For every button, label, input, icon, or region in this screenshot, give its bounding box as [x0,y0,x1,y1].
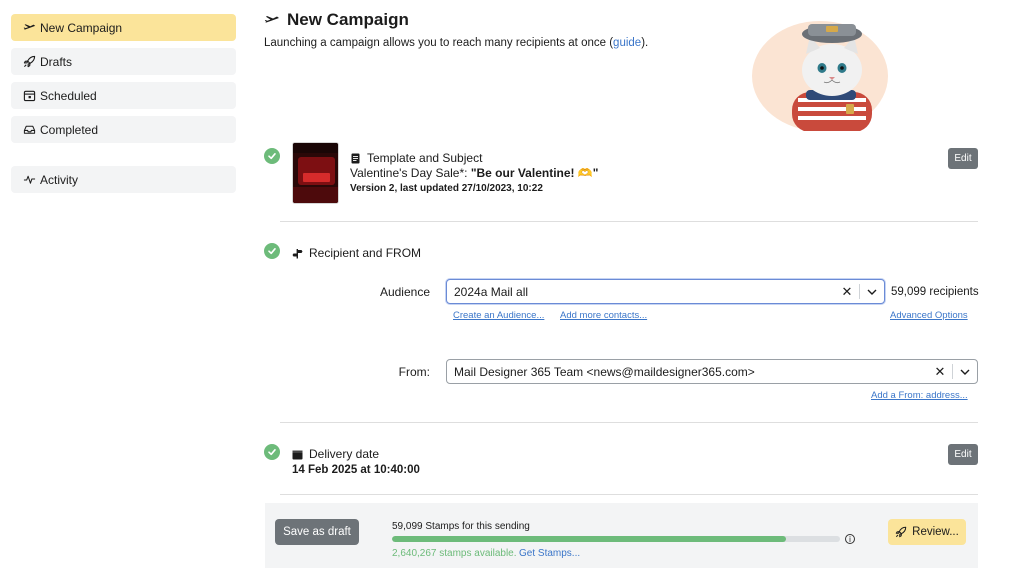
advanced-options-link[interactable]: Advanced Options [890,310,968,321]
recipient-section-label: Recipient and FROM [309,246,422,260]
template-edit-button[interactable]: Edit [948,148,978,169]
stamps-progress-bar [392,536,840,542]
activity-icon [22,173,36,187]
template-complete-check-icon [264,148,280,164]
clear-from-icon[interactable]: ✕ [928,364,952,380]
guide-link[interactable]: guide [613,37,641,49]
from-value: Mail Designer 365 Team <news@maildesigne… [454,364,755,379]
audience-select[interactable]: 2024a Mail all ✕ [446,279,885,304]
review-label: Review... [912,526,959,538]
subject-prefix: Valentine's Day Sale*: [350,166,471,180]
mascot-cat-illustration [752,21,888,131]
template-subject: Valentine's Day Sale*: "Be our Valentine… [350,166,599,180]
audience-value: 2024a Mail all [454,284,529,299]
sidebar: New Campaign Drafts Scheduled Completed … [11,14,236,200]
page-subtitle: Launching a campaign allows you to reach… [264,37,648,49]
sidebar-item-label: Activity [40,172,79,187]
subtitle-end: ). [641,37,649,49]
recipient-complete-check-icon [264,243,280,259]
from-label: From: [398,365,430,379]
subtitle-text: Launching a campaign allows you to reach… [264,37,614,49]
sidebar-item-scheduled[interactable]: Scheduled [11,82,236,109]
divider [280,422,978,423]
clear-audience-icon[interactable]: ✕ [835,284,859,300]
delivery-section-title: Delivery date [292,447,379,461]
template-section-label: Template and Subject [367,151,483,165]
delivery-section-label: Delivery date [309,447,380,461]
document-icon [351,153,360,163]
template-thumbnail[interactable] [292,142,339,204]
info-icon[interactable]: i [845,534,855,544]
calendar-icon [292,450,303,459]
audience-label: Audience [379,285,430,299]
sidebar-item-activity[interactable]: Activity [11,166,236,193]
calendar-icon [22,89,36,103]
rocket-icon [895,526,907,538]
recipients-count: 59,099 recipients [891,286,979,298]
sidebar-item-new-campaign[interactable]: New Campaign [11,14,236,41]
inbox-icon [22,123,36,137]
page-title: New Campaign [264,10,409,30]
add-contacts-link[interactable]: Add more contacts... [560,310,647,321]
sidebar-item-label: Drafts [40,54,73,69]
stamps-progress-fill [392,536,787,542]
chevron-down-icon[interactable] [953,369,977,375]
get-stamps-link[interactable]: Get Stamps... [519,548,580,559]
delivery-complete-check-icon [264,444,280,460]
stamps-available: 2,640,267 stamps available. [392,548,517,559]
chevron-down-icon[interactable] [860,289,884,295]
sidebar-item-label: New Campaign [40,20,123,35]
plane-icon [264,16,279,23]
sidebar-item-drafts[interactable]: Drafts [11,48,236,75]
recipient-section-title: Recipient and FROM [292,246,421,260]
divider [280,494,978,495]
page-title-text: New Campaign [287,10,409,29]
review-button[interactable]: Review... [888,519,966,545]
add-from-address-link[interactable]: Add a From: address... [871,390,968,401]
template-version: Version 2, last updated 27/10/2023, 10:2… [350,183,543,194]
create-audience-link[interactable]: Create an Audience... [453,310,544,321]
sidebar-item-label: Scheduled [40,88,97,103]
divider [280,221,978,222]
subject-line: "Be our Valentine! 🫶" [470,166,599,180]
from-select[interactable]: Mail Designer 365 Team <news@maildesigne… [446,359,978,384]
save-as-draft-button[interactable]: Save as draft [275,519,359,545]
sidebar-item-completed[interactable]: Completed [11,116,236,143]
plane-icon [22,21,36,35]
rocket-icon [22,55,36,69]
delivery-edit-button[interactable]: Edit [948,444,978,465]
delivery-date-value: 14 Feb 2025 at 10:40:00 [292,464,420,476]
stamps-for-sending: 59,099 Stamps for this sending [392,521,530,532]
template-section-title: Template and Subject [350,151,482,165]
sidebar-item-label: Completed [40,122,99,137]
signpost-icon [292,248,303,258]
